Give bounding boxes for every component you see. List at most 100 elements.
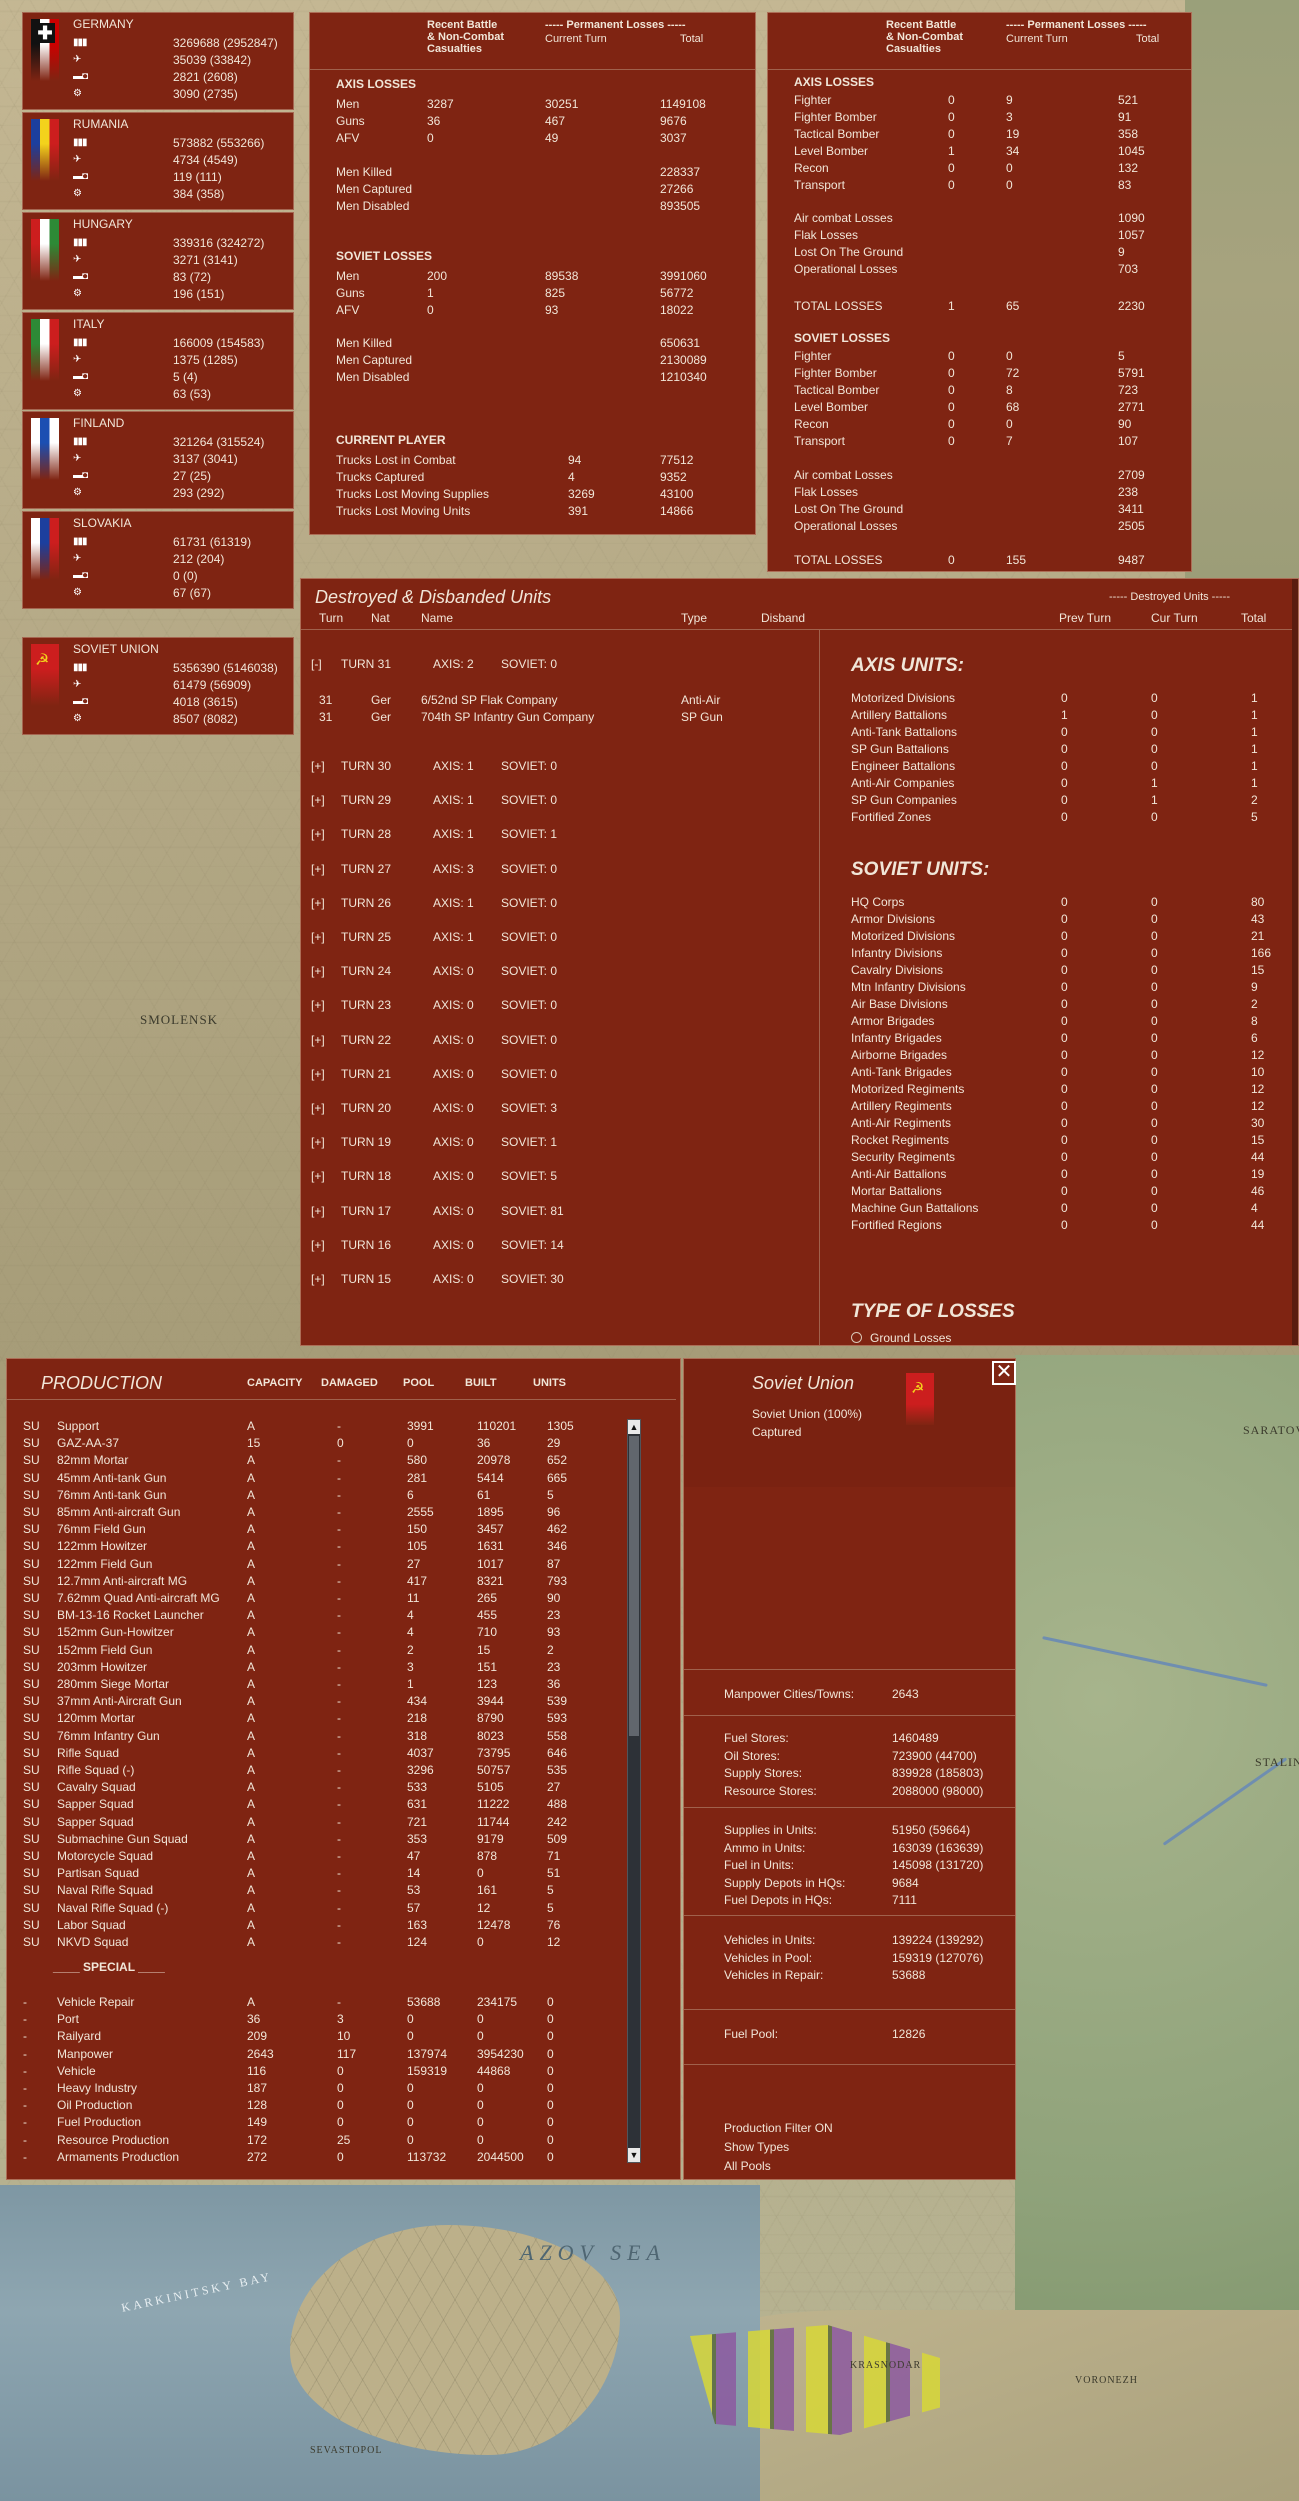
expand-toggle[interactable]: [+] [311, 1204, 325, 1218]
close-button[interactable]: ✕ [992, 1361, 1016, 1385]
production-cell[interactable]: Vehicle Repair [57, 1995, 134, 2009]
production-cell[interactable]: Oil Production [57, 2098, 132, 2112]
production-cell[interactable]: 122mm Howitzer [57, 1539, 147, 1553]
production-cell[interactable]: Naval Rifle Squad [57, 1883, 153, 1897]
expand-toggle[interactable]: [+] [311, 930, 325, 944]
ground-losses-radio[interactable]: Ground Losses [851, 1331, 951, 1345]
expand-toggle[interactable]: [+] [311, 759, 325, 773]
radio-icon[interactable] [851, 1332, 862, 1343]
production-cell[interactable]: 122mm Field Gun [57, 1557, 152, 1571]
expand-toggle[interactable]: [+] [311, 1067, 325, 1081]
expand-toggle[interactable]: [+] [311, 1272, 325, 1286]
scroll-up-icon[interactable]: ▲ [628, 1420, 640, 1434]
expand-toggle[interactable]: [+] [311, 896, 325, 910]
production-cell[interactable]: 152mm Gun-Howitzer [57, 1625, 174, 1639]
turn-label[interactable]: TURN 31 [341, 657, 391, 671]
expand-toggle[interactable]: [-] [311, 657, 322, 671]
production-cell[interactable]: Rifle Squad [57, 1746, 119, 1760]
nation-card-2[interactable]: HUNGARY ▮▮▮ 339316 (324272) ✈ 3271 (3141) ▬◘ 8… [22, 212, 294, 310]
production-cell[interactable]: NKVD Squad [57, 1935, 128, 1949]
production-cell: 0 [547, 2081, 554, 2095]
expand-toggle[interactable]: [+] [311, 998, 325, 1012]
production-cell[interactable]: Heavy Industry [57, 2081, 137, 2095]
production-cell[interactable]: Fuel Production [57, 2115, 141, 2129]
production-cell[interactable]: 76mm Anti-tank Gun [57, 1488, 166, 1502]
nation-card-6[interactable]: ☭ SOVIET UNION ▮▮▮ 5356390 (5146038) ✈ 61479 … [22, 637, 294, 735]
scroll-down-icon[interactable]: ▼ [628, 2148, 640, 2162]
production-cell[interactable]: Motorcycle Squad [57, 1849, 153, 1863]
divider [684, 1715, 1015, 1716]
production-cell[interactable]: 37mm Anti-Aircraft Gun [57, 1694, 182, 1708]
production-cell[interactable]: 76mm Infantry Gun [57, 1729, 160, 1743]
option-link[interactable]: Production Filter ON [724, 2121, 833, 2135]
production-cell[interactable]: 203mm Howitzer [57, 1660, 147, 1674]
expand-toggle[interactable]: [+] [311, 1169, 325, 1183]
production-cell[interactable]: GAZ-AA-37 [57, 1436, 119, 1450]
production-cell[interactable]: 45mm Anti-tank Gun [57, 1471, 166, 1485]
expand-toggle[interactable]: [+] [311, 793, 325, 807]
production-cell[interactable]: Sapper Squad [57, 1815, 134, 1829]
production-cell[interactable]: Naval Rifle Squad (-) [57, 1901, 168, 1915]
expand-toggle[interactable]: [+] [311, 827, 325, 841]
nation-card-3[interactable]: ITALY ▮▮▮ 166009 (154583) ✈ 1375 (1285) ▬◘ 5 (… [22, 312, 294, 410]
production-cell[interactable]: Cavalry Squad [57, 1780, 136, 1794]
turn-label[interactable]: TURN 29 [341, 793, 391, 807]
production-cell[interactable]: 82mm Mortar [57, 1453, 128, 1467]
turn-label[interactable]: TURN 19 [341, 1135, 391, 1149]
scrollbar[interactable] [1292, 579, 1298, 1345]
production-cell[interactable]: Port [57, 2012, 79, 2026]
production-cell[interactable]: Support [57, 1419, 99, 1433]
expand-toggle[interactable]: [+] [311, 964, 325, 978]
turn-label[interactable]: TURN 15 [341, 1272, 391, 1286]
unit-stat: Motorized Regiments [851, 1082, 965, 1096]
turn-label[interactable]: TURN 20 [341, 1101, 391, 1115]
turn-label[interactable]: TURN 25 [341, 930, 391, 944]
turn-label[interactable]: TURN 16 [341, 1238, 391, 1252]
expand-toggle[interactable]: [+] [311, 1101, 325, 1115]
col-disband: Disband [761, 611, 806, 625]
production-cell[interactable]: Labor Squad [57, 1918, 126, 1932]
turn-label[interactable]: TURN 28 [341, 827, 391, 841]
turn-label[interactable]: TURN 21 [341, 1067, 391, 1081]
production-cell[interactable]: 280mm Siege Mortar [57, 1677, 169, 1691]
production-cell[interactable]: Rifle Squad (-) [57, 1763, 134, 1777]
expand-toggle[interactable]: [+] [311, 1238, 325, 1252]
expand-toggle[interactable]: [+] [311, 862, 325, 876]
production-cell[interactable]: 12.7mm Anti-aircraft MG [57, 1574, 187, 1588]
nation-card-0[interactable]: ✚ GERMANY ▮▮▮ 3269688 (2952847) ✈ 35039 (3384… [22, 12, 294, 110]
production-cell[interactable]: Manpower [57, 2047, 113, 2061]
expand-toggle[interactable]: [+] [311, 1135, 325, 1149]
nation-card-4[interactable]: FINLAND ▮▮▮ 321264 (315524) ✈ 3137 (3041) ▬◘ 2… [22, 411, 294, 509]
production-cell[interactable]: 152mm Field Gun [57, 1643, 152, 1657]
turn-label[interactable]: TURN 17 [341, 1204, 391, 1218]
production-cell[interactable]: BM-13-16 Rocket Launcher [57, 1608, 204, 1622]
turn-label[interactable]: TURN 26 [341, 896, 391, 910]
turn-label[interactable]: TURN 18 [341, 1169, 391, 1183]
production-cell[interactable]: 85mm Anti-aircraft Gun [57, 1505, 180, 1519]
production-cell[interactable]: Railyard [57, 2029, 101, 2043]
production-cell[interactable]: Partisan Squad [57, 1866, 139, 1880]
option-link[interactable]: Show Types [724, 2140, 789, 2154]
expand-toggle[interactable]: [+] [311, 1033, 325, 1047]
production-cell[interactable]: 120mm Mortar [57, 1711, 135, 1725]
production-scrollbar[interactable]: ▲ ▼ [627, 1419, 641, 2163]
scroll-thumb[interactable] [629, 1436, 639, 1736]
option-link[interactable]: All Pools [724, 2159, 771, 2173]
turn-label[interactable]: TURN 30 [341, 759, 391, 773]
turn-label[interactable]: TURN 22 [341, 1033, 391, 1047]
turn-label[interactable]: TURN 27 [341, 862, 391, 876]
nation-card-1[interactable]: RUMANIA ▮▮▮ 573882 (553266) ✈ 4734 (4549) ▬◘ 1… [22, 112, 294, 210]
production-cell: 3 [337, 2012, 344, 2027]
production-cell[interactable]: Resource Production [57, 2133, 169, 2147]
turn-label[interactable]: TURN 24 [341, 964, 391, 978]
divider [684, 2009, 1015, 2010]
production-cell[interactable]: Submachine Gun Squad [57, 1832, 188, 1846]
production-cell[interactable]: Armaments Production [57, 2150, 179, 2164]
turn-label[interactable]: TURN 23 [341, 998, 391, 1012]
production-cell: 0 [477, 2081, 484, 2095]
production-cell[interactable]: Sapper Squad [57, 1797, 134, 1811]
nation-card-5[interactable]: SLOVAKIA ▮▮▮ 61731 (61319) ✈ 212 (204) ▬◘ 0 (0… [22, 511, 294, 609]
production-cell[interactable]: 76mm Field Gun [57, 1522, 146, 1536]
production-cell[interactable]: 7.62mm Quad Anti-aircraft MG [57, 1591, 220, 1605]
production-cell[interactable]: Vehicle [57, 2064, 96, 2078]
